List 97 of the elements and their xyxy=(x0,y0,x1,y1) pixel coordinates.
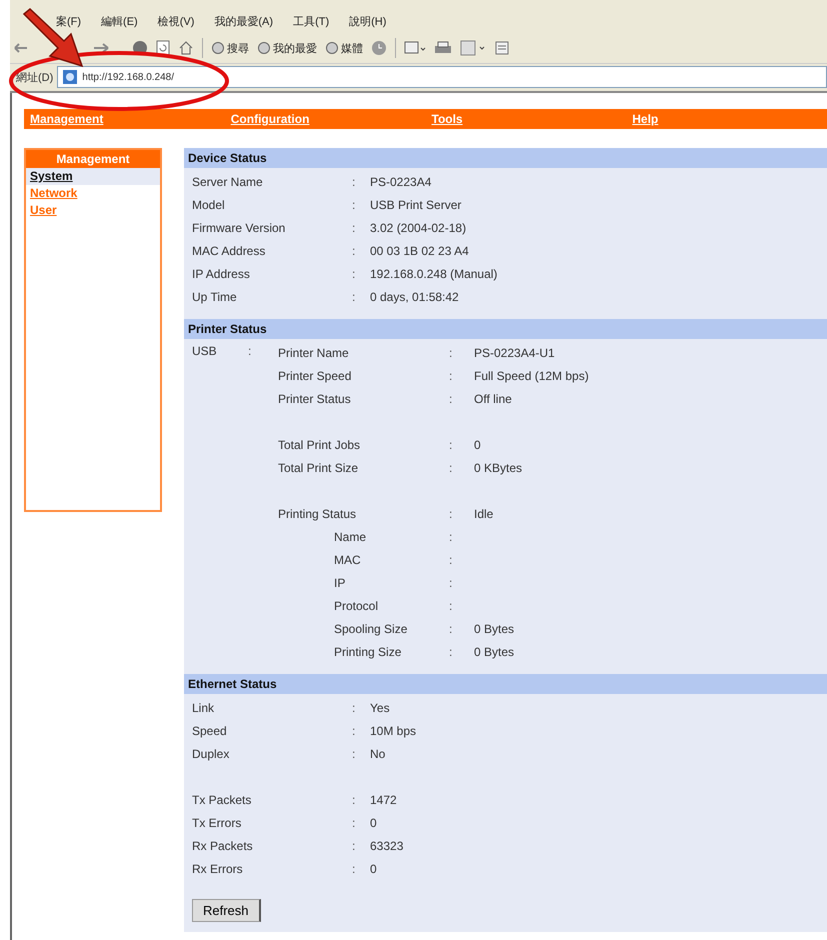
colon: : xyxy=(352,289,356,306)
print-icon[interactable] xyxy=(434,40,452,56)
history-icon[interactable] xyxy=(371,40,387,56)
colon: : xyxy=(352,746,356,763)
field-label: Tx Errors xyxy=(192,815,242,832)
field-label: Rx Errors xyxy=(192,861,244,878)
refresh-button[interactable]: Refresh xyxy=(192,899,261,922)
field-label: Rx Packets xyxy=(192,838,254,855)
field-value: 0 Bytes xyxy=(474,621,516,638)
menu-item[interactable]: 編輯(E) xyxy=(101,14,138,29)
colon: : xyxy=(449,460,454,477)
colon: : xyxy=(352,815,356,832)
field-value: USB Print Server xyxy=(370,197,462,214)
toolbar-button[interactable]: 媒體 xyxy=(325,40,363,56)
sidebar-title: Management xyxy=(26,150,160,168)
address-field[interactable]: http://192.168.0.248/ xyxy=(57,66,827,88)
page-icon xyxy=(62,69,78,85)
colon: : xyxy=(449,529,454,546)
colon: : xyxy=(449,368,454,385)
menu-item[interactable]: 案(F) xyxy=(56,14,82,29)
section-header: Device Status xyxy=(184,148,827,168)
field-value: 0 xyxy=(474,437,482,454)
field-label: Link xyxy=(192,700,216,717)
field-value: PS-0223A4 xyxy=(370,174,432,191)
field-label: Printing Status xyxy=(278,506,358,523)
colon: : xyxy=(449,437,454,454)
field-label: MAC Address xyxy=(192,243,266,260)
colon: : xyxy=(449,644,454,661)
field-value: 63323 xyxy=(370,838,404,855)
sidebar-item[interactable]: System xyxy=(26,168,160,185)
colon: : xyxy=(352,838,356,855)
port-label: USB xyxy=(192,343,218,360)
field-label: Server Name xyxy=(192,174,264,191)
field-label: Model xyxy=(192,197,226,214)
field-value: Idle xyxy=(474,506,494,523)
field-label: Name xyxy=(333,529,368,546)
colon: : xyxy=(449,621,454,638)
field-value: PS-0223A4-U1 xyxy=(474,345,556,362)
field-value: Full Speed (12M bps) xyxy=(474,368,590,385)
field-label: Printer Status xyxy=(278,391,352,408)
field-label: IP Address xyxy=(192,266,251,283)
colon: : xyxy=(352,861,356,878)
home-icon[interactable] xyxy=(178,40,194,56)
field-value: 0 days, 01:58:42 xyxy=(370,289,460,306)
field-label: Protocol xyxy=(333,598,380,615)
menu-item[interactable]: 工具(T) xyxy=(293,14,330,29)
menu-item[interactable]: 說明(H) xyxy=(349,14,386,29)
annotation-arrow xyxy=(22,8,84,68)
section-header: Ethernet Status xyxy=(184,674,827,694)
colon: : xyxy=(352,792,356,809)
field-label: Speed xyxy=(192,723,228,740)
field-label: Duplex xyxy=(192,746,230,763)
colon: : xyxy=(248,343,252,360)
field-label: Printer Speed xyxy=(278,368,352,385)
section-header: Printer Status xyxy=(184,319,827,339)
menu-item[interactable]: 我的最愛(A) xyxy=(214,14,274,29)
colon: : xyxy=(449,345,454,362)
field-label: MAC xyxy=(333,552,362,569)
field-label: Up Time xyxy=(192,289,238,306)
field-value: 0 xyxy=(370,861,378,878)
field-value: 192.168.0.248 (Manual) xyxy=(370,266,498,283)
field-label: Spooling Size xyxy=(333,621,408,638)
field-value: 1472 xyxy=(370,792,398,809)
field-value: No xyxy=(370,746,386,763)
colon: : xyxy=(449,391,454,408)
field-label: Firmware Version xyxy=(192,220,286,237)
colon: : xyxy=(352,700,356,717)
field-value: Off line xyxy=(474,391,513,408)
address-label: 網址(D) xyxy=(16,70,54,84)
colon: : xyxy=(352,220,356,237)
colon: : xyxy=(449,552,454,569)
colon: : xyxy=(352,197,356,214)
field-value: 3.02 (2004-02-18) xyxy=(370,220,468,237)
colon: : xyxy=(352,266,356,283)
field-value: 0 xyxy=(370,815,378,832)
field-value: 0 KBytes xyxy=(474,460,524,477)
colon: : xyxy=(449,598,454,615)
colon: : xyxy=(352,243,356,260)
field-value: 00 03 1B 02 23 A4 xyxy=(370,243,470,260)
field-label: Printer Name xyxy=(278,345,350,362)
field-value: 0 Bytes xyxy=(474,644,516,661)
colon: : xyxy=(449,575,454,592)
field-label: Printing Size xyxy=(333,644,402,661)
field-label: Total Print Jobs xyxy=(278,437,362,454)
colon: : xyxy=(449,506,454,523)
colon: : xyxy=(352,174,356,191)
menu-item[interactable]: 檢視(V) xyxy=(158,14,194,29)
field-label: Tx Packets xyxy=(192,792,252,809)
back-icon[interactable] xyxy=(14,42,28,54)
field-value: Yes xyxy=(370,700,391,717)
field-label: IP xyxy=(333,575,346,592)
colon: : xyxy=(352,723,356,740)
refresh-icon[interactable] xyxy=(156,40,170,56)
toolbar-button[interactable]: 我的最愛 xyxy=(257,40,317,56)
field-label: Total Print Size xyxy=(278,460,360,477)
toolbar-button[interactable]: 搜尋 xyxy=(211,40,249,56)
field-value: 10M bps xyxy=(370,723,418,740)
